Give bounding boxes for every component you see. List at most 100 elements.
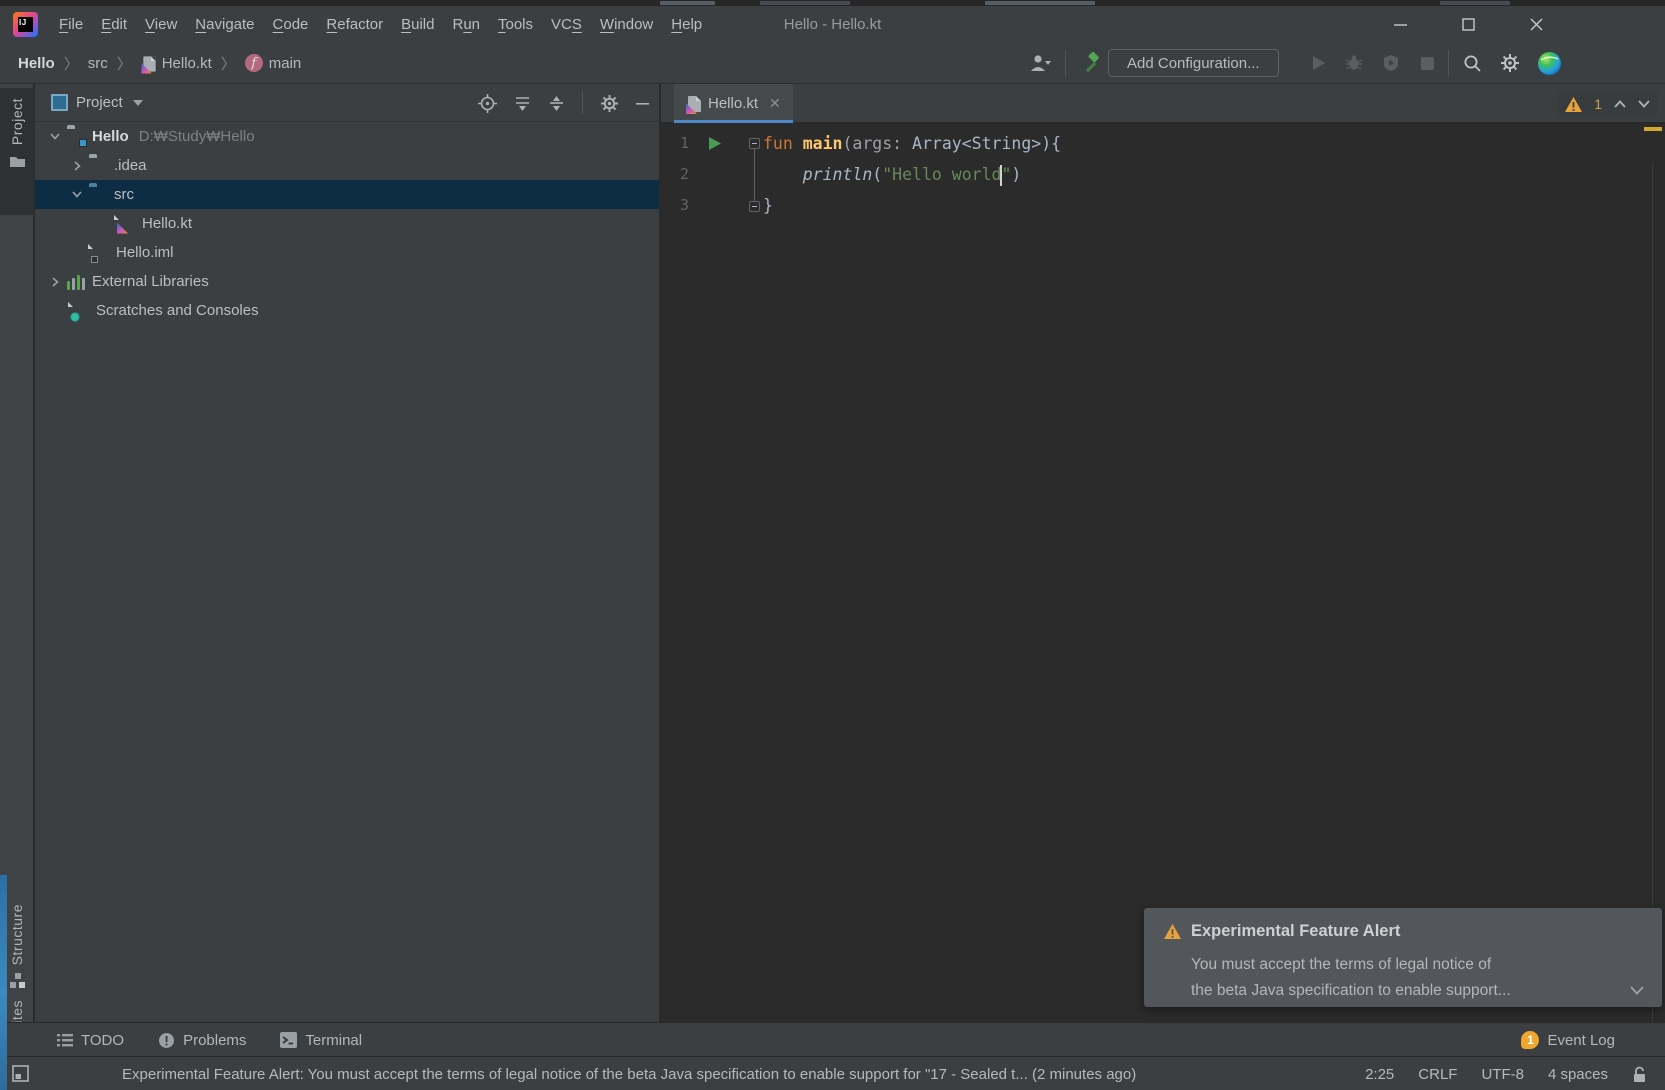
previous-problem-chevron-up-icon[interactable] [1614,100,1626,108]
breadcrumb-project[interactable]: Hello [18,55,55,72]
tree-item-src[interactable]: src [35,180,659,209]
stop-button-disabled[interactable] [1411,42,1443,84]
chevron-collapsed-icon[interactable] [47,277,63,287]
window-controls [1366,6,1570,42]
close-button[interactable] [1502,6,1570,42]
background-window-fragment [985,1,1095,5]
add-configuration-button[interactable]: Add Configuration... [1108,49,1279,77]
minimize-button[interactable] [1366,6,1434,42]
menu-bar: File Edit View Navigate Code Refactor Bu… [50,11,711,38]
tab-hello-kt[interactable]: Hello.kt ✕ [674,84,793,123]
menu-navigate[interactable]: Navigate [186,11,263,38]
chevron-expanded-icon[interactable] [69,191,85,198]
libraries-icon [67,273,85,291]
chevron-collapsed-icon[interactable] [69,161,85,171]
maximize-button[interactable] [1434,6,1502,42]
expand-all-icon[interactable] [514,95,531,112]
search-everywhere-icon[interactable] [1455,42,1489,84]
hide-panel-minus-icon[interactable] [636,97,649,110]
event-log-button[interactable]: 1 Event Log [1521,1023,1615,1057]
tree-item-scratches[interactable]: Scratches and Consoles [35,296,659,325]
function-icon: f [245,54,263,72]
indent-indicator[interactable]: 4 spaces [1548,1066,1608,1083]
code-line-3: } [763,190,773,221]
notification-body: You must accept the terms of legal notic… [1191,952,1511,1004]
run-line-icon[interactable] [708,136,722,151]
tree-item-hello-root[interactable]: Hello D:₩Study₩Hello [35,122,659,151]
fold-end-icon[interactable] [749,201,760,212]
menu-tools[interactable]: Tools [489,11,542,38]
warning-count: 1 [1594,96,1602,112]
tool-window-terminal[interactable]: Terminal [280,1032,362,1049]
tree-item-idea[interactable]: .idea [35,151,659,180]
line-number: 1 [661,128,689,159]
project-panel-title[interactable]: Project [76,94,123,111]
tool-window-todo[interactable]: TODO [57,1032,124,1049]
status-message[interactable]: Experimental Feature Alert: You must acc… [122,1057,1136,1090]
scrollbar-track[interactable] [1652,164,1653,1022]
tool-strip-project[interactable]: Project [0,88,34,215]
chevron-down-icon[interactable] [133,100,143,106]
breadcrumb-file[interactable]: Hello.kt [141,55,212,72]
menu-help[interactable]: Help [662,11,711,38]
code-editor[interactable]: 1 2 3 fun main(args: Array<String>){ pri… [661,124,1665,1022]
problems-icon [158,1032,175,1049]
background-window-fragment [1440,1,1510,5]
run-with-coverage-icon[interactable] [1375,42,1407,84]
debug-bug-icon[interactable] [1338,42,1370,84]
menu-view[interactable]: View [136,11,186,38]
scratches-icon [71,302,89,320]
user-profile-button[interactable] [1020,42,1060,84]
background-window-fragment [760,1,850,5]
build-hammer-icon[interactable] [1074,42,1108,84]
warning-icon [1164,924,1181,939]
run-configuration-select[interactable]: Add Configuration... [1108,42,1279,84]
menu-vcs[interactable]: VCS [542,11,591,38]
menu-refactor[interactable]: Refactor [317,11,392,38]
breadcrumb-src[interactable]: src [88,55,108,72]
editor-area: Hello.kt ✕ 1 2 3 fun main(args: Array<St… [661,84,1665,1022]
panel-settings-gear-icon[interactable] [600,94,619,113]
breadcrumb: Hello 〉 src 〉 Hello.kt 〉 f main [18,42,301,84]
window-title: Hello - Hello.kt [784,16,882,33]
tree-item-hello-iml[interactable]: Hello.iml [35,238,659,267]
editor-tab-bar: Hello.kt ✕ [661,84,1665,123]
fold-start-icon[interactable] [749,138,760,149]
menu-edit[interactable]: Edit [92,11,136,38]
colorful-sphere-icon[interactable] [1531,42,1567,84]
menu-code[interactable]: Code [264,11,318,38]
tool-window-switcher-icon[interactable] [12,1065,31,1083]
code-line-1: fun main(args: Array<String>){ [763,128,1061,159]
structure-icon [10,973,25,988]
chevron-right-icon: 〉 [117,53,132,74]
menu-file[interactable]: File [50,11,92,38]
main-toolbar: Hello 〉 src 〉 Hello.kt 〉 f main Add Conf… [0,42,1665,84]
breadcrumb-function[interactable]: f main [245,54,302,72]
chevron-right-icon: 〉 [221,53,236,74]
tree-item-hello-kt[interactable]: Hello.kt [35,209,659,238]
inspections-widget[interactable]: 1 [1557,91,1658,117]
menu-build[interactable]: Build [392,11,443,38]
chevron-expanded-icon[interactable] [47,133,63,140]
notification-balloon[interactable]: Experimental Feature Alert You must acce… [1144,908,1662,1007]
menu-window[interactable]: Window [591,11,662,38]
collapse-all-icon[interactable] [548,95,565,112]
code-line-2: println("Hello world") [763,159,1021,190]
next-problem-chevron-down-icon[interactable] [1638,100,1650,108]
event-count-badge: 1 [1521,1031,1539,1049]
tree-item-external-libraries[interactable]: External Libraries [35,267,659,296]
line-ending-indicator[interactable]: CRLF [1418,1066,1457,1083]
caret-position[interactable]: 2:25 [1365,1066,1394,1083]
encoding-indicator[interactable]: UTF-8 [1481,1066,1524,1083]
close-tab-icon[interactable]: ✕ [769,95,781,112]
tool-window-problems[interactable]: Problems [158,1032,246,1049]
unlocked-padlock-icon[interactable] [1632,1066,1647,1083]
module-file-icon [91,244,109,262]
warning-stripe-mark[interactable] [1644,127,1662,131]
run-button-disabled[interactable] [1302,42,1334,84]
expand-notification-chevron-icon[interactable] [1630,986,1644,995]
menu-run[interactable]: Run [443,11,489,38]
kotlin-file-icon [688,96,701,112]
settings-gear-icon[interactable] [1493,42,1527,84]
locate-file-icon[interactable] [478,94,497,113]
